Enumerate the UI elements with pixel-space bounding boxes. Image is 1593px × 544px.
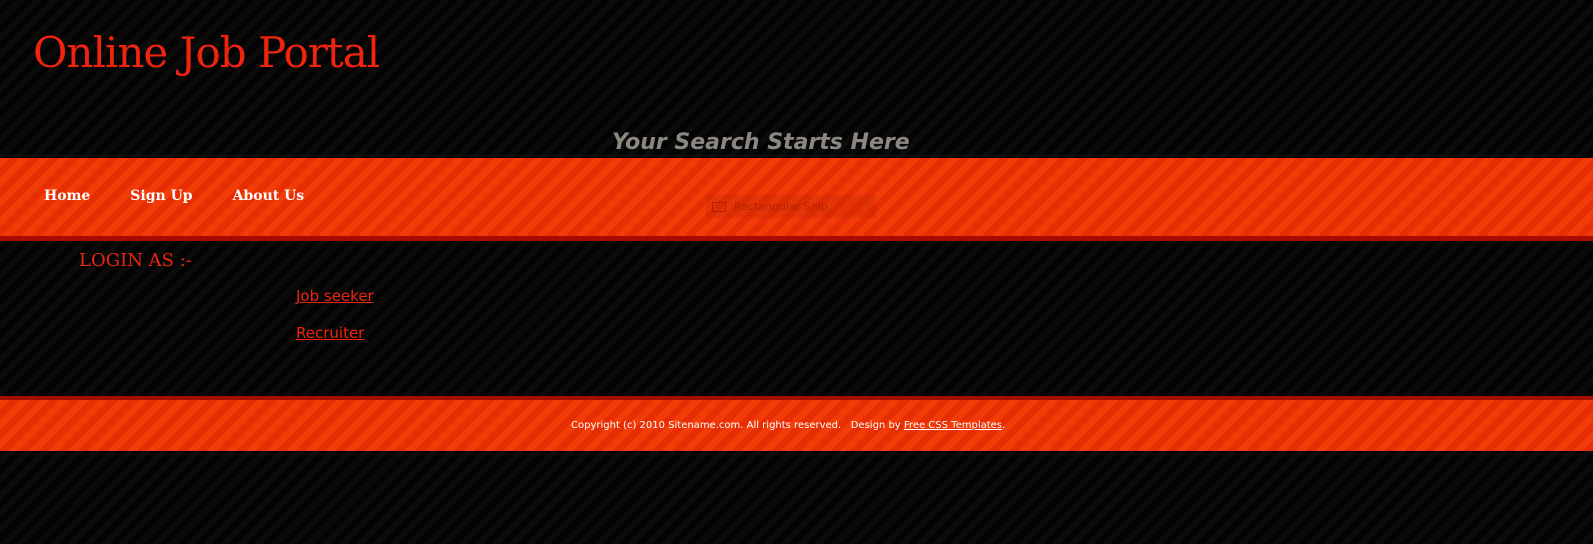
snip-label: Rectangular Snip: [734, 200, 828, 213]
menu-item-about-us[interactable]: About Us: [233, 188, 305, 204]
login-heading: LOGIN AS :-: [79, 250, 192, 271]
site-title: Online Job Portal: [33, 28, 380, 77]
recruiter-link[interactable]: Recruiter: [296, 324, 364, 342]
rectangular-snip-overlay: Rectangular Snip: [706, 195, 876, 218]
footer-design-prefix: Design by: [850, 420, 901, 431]
footer-copyright: Copyright (c) 2010 Sitename.com. All rig…: [571, 420, 842, 431]
main-menu: Home Sign Up About Us: [44, 188, 344, 204]
free-css-templates-link[interactable]: Free CSS Templates: [904, 420, 1002, 431]
menu-item-sign-up[interactable]: Sign Up: [130, 188, 192, 204]
footer-suffix: .: [1002, 420, 1006, 431]
footer-text: Copyright (c) 2010 Sitename.com. All rig…: [571, 420, 1005, 431]
site-tagline: Your Search Starts Here: [612, 130, 910, 155]
menu-bar: Home Sign Up About Us Rectangular Snip: [0, 158, 1593, 241]
footer: Copyright (c) 2010 Sitename.com. All rig…: [0, 396, 1593, 451]
snip-icon: [712, 201, 726, 212]
menu-item-home[interactable]: Home: [44, 188, 90, 204]
job-seeker-link[interactable]: Job seeker: [296, 287, 374, 305]
